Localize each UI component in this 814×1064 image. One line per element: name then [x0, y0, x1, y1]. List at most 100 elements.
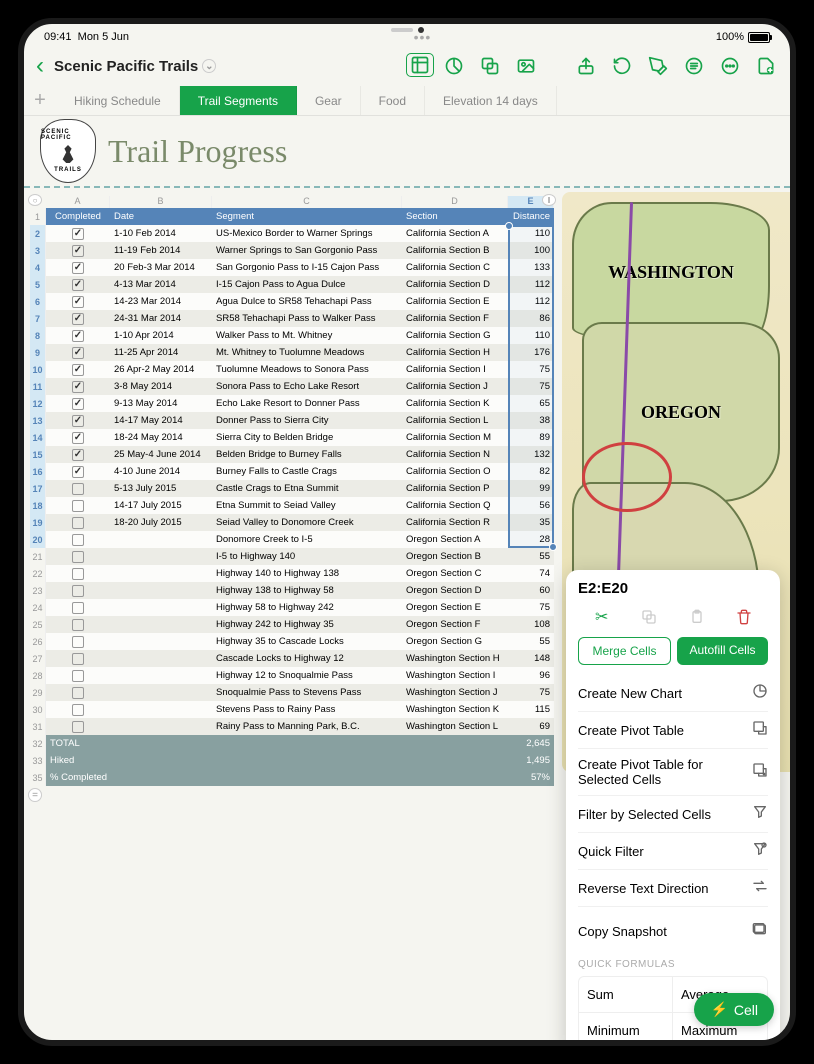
checkbox[interactable]: [72, 398, 84, 410]
segment-cell[interactable]: Etna Summit to Seiad Valley: [212, 497, 402, 514]
row-header[interactable]: 19: [30, 514, 46, 531]
section-cell[interactable]: California Section D: [402, 276, 508, 293]
date-cell[interactable]: [110, 599, 212, 616]
date-cell[interactable]: [110, 616, 212, 633]
row-header[interactable]: 23: [30, 582, 46, 599]
completed-cell[interactable]: [46, 259, 110, 276]
summary-value[interactable]: 57%: [508, 769, 554, 786]
column-header[interactable]: D: [402, 196, 508, 208]
completed-cell[interactable]: [46, 463, 110, 480]
organize-icon[interactable]: [678, 53, 710, 79]
segment-cell[interactable]: Mt. Whitney to Tuolumne Meadows: [212, 344, 402, 361]
back-button[interactable]: ‹: [32, 52, 48, 80]
checkbox[interactable]: [72, 432, 84, 444]
column-header[interactable]: C: [212, 196, 402, 208]
insert-table-icon[interactable]: [406, 53, 434, 77]
distance-cell[interactable]: 55: [508, 548, 554, 565]
summary-cell[interactable]: [110, 735, 212, 752]
segment-cell[interactable]: Agua Dulce to SR58 Tehachapi Pass: [212, 293, 402, 310]
completed-cell[interactable]: [46, 633, 110, 650]
date-cell[interactable]: 14-17 May 2014: [110, 412, 212, 429]
section-cell[interactable]: Oregon Section E: [402, 599, 508, 616]
section-cell[interactable]: Oregon Section A: [402, 531, 508, 548]
date-cell[interactable]: [110, 565, 212, 582]
distance-cell[interactable]: 74: [508, 565, 554, 582]
date-cell[interactable]: 18-20 July 2015: [110, 514, 212, 531]
date-cell[interactable]: [110, 667, 212, 684]
distance-cell[interactable]: 69: [508, 718, 554, 735]
completed-cell[interactable]: [46, 361, 110, 378]
summary-label[interactable]: Hiked: [46, 752, 110, 769]
date-cell[interactable]: 11-19 Feb 2014: [110, 242, 212, 259]
distance-cell[interactable]: 75: [508, 361, 554, 378]
date-cell[interactable]: 3-8 May 2014: [110, 378, 212, 395]
segment-cell[interactable]: Echo Lake Resort to Donner Pass: [212, 395, 402, 412]
completed-cell[interactable]: [46, 378, 110, 395]
segment-cell[interactable]: Sierra City to Belden Bridge: [212, 429, 402, 446]
distance-cell[interactable]: 56: [508, 497, 554, 514]
distance-cell[interactable]: 115: [508, 701, 554, 718]
checkbox[interactable]: [72, 364, 84, 376]
date-cell[interactable]: 1-10 Feb 2014: [110, 225, 212, 242]
distance-cell[interactable]: 55: [508, 633, 554, 650]
completed-cell[interactable]: [46, 310, 110, 327]
date-cell[interactable]: 18-24 May 2014: [110, 429, 212, 446]
section-cell[interactable]: Oregon Section F: [402, 616, 508, 633]
section-cell[interactable]: California Section R: [402, 514, 508, 531]
date-cell[interactable]: 4-13 Mar 2014: [110, 276, 212, 293]
completed-cell[interactable]: [46, 276, 110, 293]
completed-cell[interactable]: [46, 395, 110, 412]
completed-cell[interactable]: [46, 616, 110, 633]
completed-cell[interactable]: [46, 565, 110, 582]
section-cell[interactable]: California Section E: [402, 293, 508, 310]
distance-cell[interactable]: 96: [508, 667, 554, 684]
popover-item[interactable]: Filter by Selected Cells: [578, 796, 768, 833]
distance-cell[interactable]: 100: [508, 242, 554, 259]
section-cell[interactable]: California Section J: [402, 378, 508, 395]
table-corner-handle-tl[interactable]: ○: [28, 194, 42, 206]
section-cell[interactable]: California Section F: [402, 310, 508, 327]
segment-cell[interactable]: Sonora Pass to Echo Lake Resort: [212, 378, 402, 395]
cut-icon[interactable]: ✂: [587, 605, 617, 629]
completed-cell[interactable]: [46, 582, 110, 599]
segment-cell[interactable]: Seiad Valley to Donomore Creek: [212, 514, 402, 531]
row-header[interactable]: 20: [30, 531, 46, 548]
checkbox[interactable]: [72, 381, 84, 393]
date-cell[interactable]: [110, 548, 212, 565]
row-header[interactable]: 10: [30, 361, 46, 378]
section-cell[interactable]: California Section N: [402, 446, 508, 463]
row-header[interactable]: 25: [30, 616, 46, 633]
section-cell[interactable]: Oregon Section C: [402, 565, 508, 582]
segment-cell[interactable]: San Gorgonio Pass to I-15 Cajon Pass: [212, 259, 402, 276]
row-header[interactable]: 2: [30, 225, 46, 242]
checkbox[interactable]: [72, 653, 84, 665]
checkbox[interactable]: [72, 721, 84, 733]
row-header[interactable]: 15: [30, 446, 46, 463]
summary-label[interactable]: TOTAL: [46, 735, 110, 752]
date-cell[interactable]: 26 Apr-2 May 2014: [110, 361, 212, 378]
date-cell[interactable]: 20 Feb-3 Mar 2014: [110, 259, 212, 276]
date-cell[interactable]: 11-25 Apr 2014: [110, 344, 212, 361]
checkbox[interactable]: [72, 347, 84, 359]
completed-cell[interactable]: [46, 225, 110, 242]
insert-media-icon[interactable]: [510, 53, 542, 79]
completed-cell[interactable]: [46, 497, 110, 514]
table-corner-handle-tr[interactable]: ‖: [542, 194, 556, 206]
completed-cell[interactable]: [46, 684, 110, 701]
date-cell[interactable]: [110, 531, 212, 548]
date-cell[interactable]: 14-23 Mar 2014: [110, 293, 212, 310]
row-header[interactable]: 31: [30, 718, 46, 735]
row-header[interactable]: 1: [30, 208, 46, 225]
section-cell[interactable]: California Section L: [402, 412, 508, 429]
segment-cell[interactable]: Highway 58 to Highway 242: [212, 599, 402, 616]
row-header[interactable]: 18: [30, 497, 46, 514]
completed-cell[interactable]: [46, 344, 110, 361]
row-header[interactable]: 26: [30, 633, 46, 650]
quick-formula-button[interactable]: Sum: [579, 977, 673, 1013]
date-cell[interactable]: 24-31 Mar 2014: [110, 310, 212, 327]
distance-cell[interactable]: 75: [508, 599, 554, 616]
distance-cell[interactable]: 60: [508, 582, 554, 599]
segment-cell[interactable]: Castle Crags to Etna Summit: [212, 480, 402, 497]
segment-cell[interactable]: Highway 35 to Cascade Locks: [212, 633, 402, 650]
row-header[interactable]: 30: [30, 701, 46, 718]
